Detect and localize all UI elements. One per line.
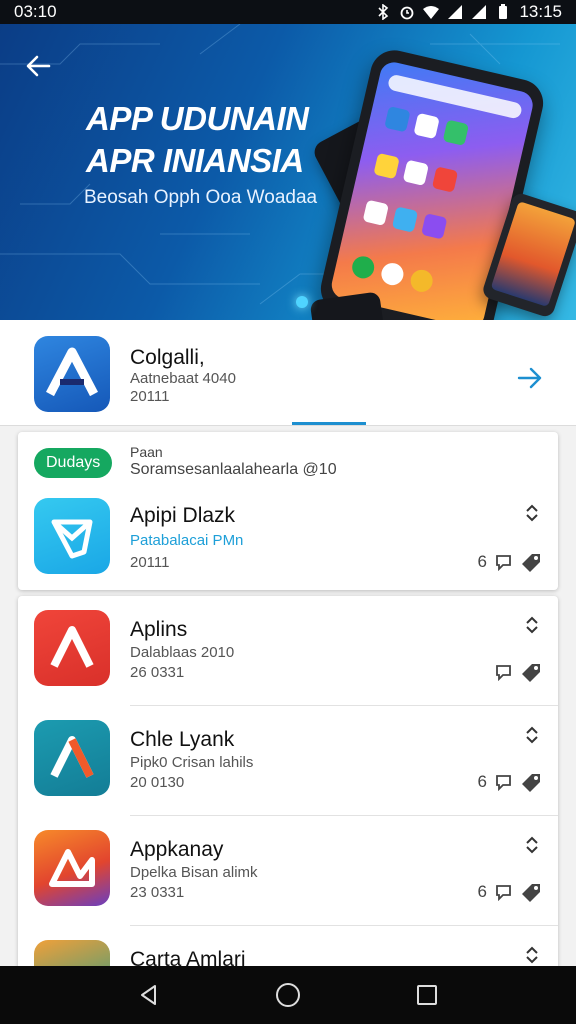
battery-icon <box>499 4 508 19</box>
app-name: Aplins <box>130 618 188 641</box>
featured-app-meta: Aatnebaat 4040 <box>130 370 236 387</box>
app-tile-icon <box>384 106 411 133</box>
signal-2-icon <box>472 5 487 19</box>
navigation-bar <box>0 966 576 1024</box>
featured-app-meta-2: 20111 <box>130 388 170 405</box>
app-icon <box>34 830 110 906</box>
featured-app-icon <box>34 336 110 412</box>
signal-icon <box>448 5 463 19</box>
nav-recents-button[interactable] <box>407 975 447 1015</box>
bluetooth-icon <box>378 4 389 20</box>
triangle-back-icon <box>141 985 157 1005</box>
hero-banner: APP UDUNAIN APR INIANSIA Beosah Opph Ooa… <box>0 24 576 320</box>
status-bar: 03:10 13:15 <box>0 0 576 24</box>
app-icon <box>34 498 110 574</box>
a-logo-icon <box>50 736 94 778</box>
app-tile-icon <box>421 213 448 240</box>
tag-icon[interactable] <box>520 772 542 792</box>
app-name: Chle Lyank <box>130 728 235 751</box>
list-item[interactable]: Appkanay Dpelka Bisan alimk 23 0331 6 <box>18 816 558 926</box>
app-tile-icon <box>402 159 430 186</box>
app-subtitle: Dalablaas 2010 <box>130 644 235 661</box>
section-description: Soramsesanlaalahearla @10 <box>130 461 337 478</box>
messages-app-icon <box>379 260 406 288</box>
expand-chevron-icon[interactable] <box>524 726 540 744</box>
ab-logo-icon <box>49 849 95 887</box>
app-subtitle: Pipk0 Crisan lahils <box>130 754 254 771</box>
status-time-right: 13:15 <box>519 2 562 21</box>
app-meta: 20111 <box>130 554 170 571</box>
expand-chevron-icon[interactable] <box>524 836 540 854</box>
comment-icon <box>496 554 511 571</box>
comment-icon <box>496 884 511 901</box>
list-item[interactable]: Aplins Dalablaas 2010 26 0331 <box>18 596 558 706</box>
tag-icon[interactable] <box>520 882 542 902</box>
comment-icon <box>496 664 511 681</box>
app-tile-icon <box>373 152 400 180</box>
app-subtitle: Patabalacai PMn <box>130 532 244 549</box>
hero-title-line2: APR INIANSIA <box>86 142 304 179</box>
arrow-right-icon <box>517 367 542 389</box>
list-item[interactable]: Chle Lyank Pipk0 Crisan lahils 20 0130 6 <box>18 706 558 816</box>
app-stats <box>487 662 542 682</box>
hero-title-line1: APP UDUNAIN <box>86 100 309 137</box>
back-button[interactable] <box>22 50 54 82</box>
status-icons: 13:15 <box>375 2 562 22</box>
app-count: 6 <box>477 552 487 571</box>
list-item[interactable]: Apipi Dlazk Patabalacai PMn 20111 6 <box>18 492 558 602</box>
nav-back-button[interactable] <box>129 975 169 1015</box>
alarm-icon <box>401 6 414 20</box>
section-label: Paan <box>130 444 163 460</box>
app-icon <box>34 610 110 686</box>
app-tile-icon <box>413 112 440 140</box>
expand-chevron-icon[interactable] <box>524 616 540 634</box>
featured-app-card[interactable]: Colgalli, Aatnebaat 4040 20111 <box>0 320 576 426</box>
app-list-card: Aplins Dalablaas 2010 26 0331 Chle Lyank… <box>18 596 558 976</box>
app-icon <box>34 720 110 796</box>
app-stats: 6 <box>478 882 542 902</box>
tag-icon[interactable] <box>520 662 542 682</box>
app-subtitle: Dpelka Bisan alimk <box>130 864 258 881</box>
a-logo-icon <box>50 626 94 668</box>
cube-logo-icon <box>51 519 93 559</box>
app-name: Apipi Dlazk <box>130 504 236 527</box>
app-count: 6 <box>477 882 487 901</box>
phone-app-icon <box>349 254 377 281</box>
app-name: Appkanay <box>130 838 224 861</box>
hero-subtitle: Beosah Opph Ooa Woadaa <box>84 187 318 208</box>
a-logo-icon <box>46 347 98 397</box>
glow-dot <box>296 296 308 308</box>
app-tile-icon <box>391 206 419 233</box>
app-meta: 26 0331 <box>130 664 185 681</box>
app-count: 6 <box>477 772 487 791</box>
app-tile-icon <box>431 166 459 193</box>
tab-indicator <box>292 422 366 425</box>
nav-home-button[interactable] <box>268 975 308 1015</box>
app-tile-icon <box>362 199 389 226</box>
back-arrow-icon <box>26 55 51 77</box>
app-tile-icon <box>442 119 470 146</box>
expand-chevron-icon[interactable] <box>524 504 540 522</box>
circle-home-icon <box>275 983 300 1007</box>
section-badge[interactable]: Dudays <box>34 448 113 478</box>
square-recents-icon <box>416 985 437 1005</box>
app-stats: 6 <box>478 552 542 572</box>
featured-app-name: Colgalli, <box>130 346 205 369</box>
app-meta: 23 0331 <box>130 884 185 901</box>
open-featured-button[interactable] <box>512 360 548 396</box>
browser-app-icon <box>408 267 435 295</box>
app-stats: 6 <box>478 772 542 792</box>
expand-chevron-icon[interactable] <box>524 946 540 964</box>
section-card: Dudays Paan Soramsesanlaalahearla @10 Ap… <box>18 432 558 590</box>
wifi-icon <box>423 6 440 19</box>
hero-title: APP UDUNAIN APR INIANSIA <box>86 98 346 182</box>
app-meta: 20 0130 <box>130 774 185 791</box>
comment-icon <box>496 774 511 791</box>
status-time-left: 03:10 <box>14 2 57 21</box>
tag-icon[interactable] <box>520 552 542 572</box>
